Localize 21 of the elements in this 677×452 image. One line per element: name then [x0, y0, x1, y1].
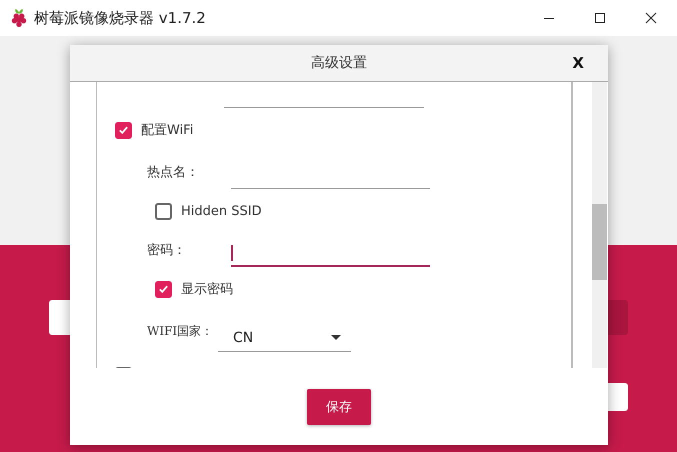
maximize-icon[interactable] — [594, 12, 606, 24]
window-title: 树莓派镜像烧录器 v1.7.2 — [34, 8, 206, 28]
dialog-title: 高级设置 — [311, 54, 367, 72]
field-label: 热点名： — [147, 164, 200, 181]
dropdown-arrow-icon — [331, 335, 341, 340]
close-button[interactable]: X — [570, 54, 586, 72]
scrollbar-thumb[interactable] — [592, 204, 607, 280]
checkbox[interactable] — [155, 280, 172, 298]
checkbox-label: 配置WiFi — [141, 122, 194, 139]
checkbox[interactable] — [115, 122, 132, 138]
close-icon[interactable] — [645, 12, 657, 24]
save-button[interactable]: 保存 — [307, 388, 371, 424]
country-dropdown[interactable]: CN — [218, 324, 351, 352]
checkbox[interactable] — [155, 202, 172, 220]
input-field[interactable] — [231, 245, 430, 267]
raspberry-icon — [10, 8, 28, 28]
scrollbar[interactable] — [592, 82, 607, 368]
checkbox-label: Hidden SSID — [181, 204, 262, 218]
field-label: 密码： — [147, 242, 187, 259]
checkbox-label: 显示密码 — [181, 281, 233, 298]
field-label: WIFI国家： — [147, 322, 214, 340]
